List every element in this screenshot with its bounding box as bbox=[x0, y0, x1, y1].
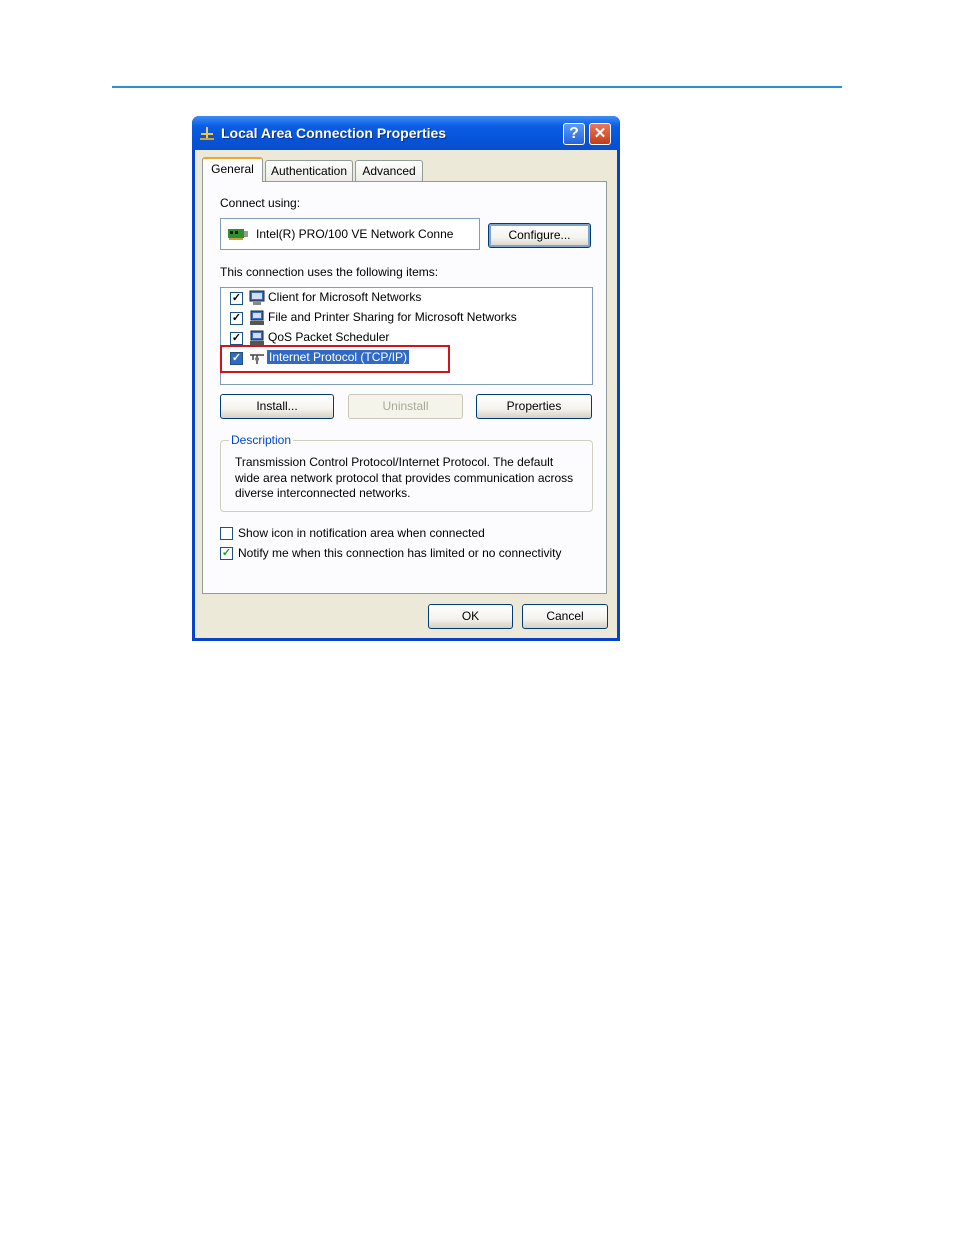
description-group: Description Transmission Control Protoco… bbox=[220, 433, 593, 512]
adapter-field: Intel(R) PRO/100 VE Network Conne bbox=[220, 218, 480, 250]
network-connection-icon bbox=[200, 127, 214, 140]
item-label-selected: Internet Protocol (TCP/IP) bbox=[267, 350, 410, 364]
title-bar[interactable]: Local Area Connection Properties ? ✕ bbox=[192, 116, 620, 150]
qos-scheduler-icon bbox=[250, 330, 264, 345]
adapter-name: Intel(R) PRO/100 VE Network Conne bbox=[256, 227, 454, 241]
notify-checkbox[interactable]: ✓ bbox=[220, 547, 233, 560]
list-item[interactable]: ✓ Client for Microsoft Networks bbox=[221, 289, 581, 307]
item-checkbox[interactable]: ✓ bbox=[230, 292, 243, 305]
item-checkbox[interactable]: ✓ bbox=[230, 312, 243, 325]
general-tab-panel: Connect using: Intel(R) PRO/100 VE Netwo… bbox=[202, 181, 607, 594]
item-label: File and Printer Sharing for Microsoft N… bbox=[268, 310, 517, 324]
show-icon-option[interactable]: Show icon in notification area when conn… bbox=[220, 526, 590, 542]
ok-button[interactable]: OK bbox=[428, 604, 513, 629]
tab-authentication[interactable]: Authentication bbox=[265, 160, 353, 182]
item-label: QoS Packet Scheduler bbox=[268, 330, 390, 344]
properties-dialog: Local Area Connection Properties ? ✕ Gen… bbox=[192, 116, 620, 641]
item-label: Client for Microsoft Networks bbox=[268, 290, 422, 304]
items-label: This connection uses the following items… bbox=[220, 265, 439, 279]
tab-advanced[interactable]: Advanced bbox=[355, 160, 423, 182]
network-adapter-icon bbox=[228, 229, 248, 240]
item-checkbox[interactable]: ✓ bbox=[230, 352, 243, 365]
components-list[interactable]: ✓ Client for Microsoft Networks ✓ File a… bbox=[220, 287, 593, 385]
notify-label: Notify me when this connection has limit… bbox=[238, 546, 562, 560]
install-button[interactable]: Install... bbox=[220, 394, 334, 419]
show-icon-checkbox[interactable] bbox=[220, 527, 233, 540]
description-text: Transmission Control Protocol/Internet P… bbox=[235, 455, 574, 500]
file-printer-sharing-icon bbox=[250, 310, 264, 325]
tab-general[interactable]: General bbox=[202, 157, 263, 182]
window-title: Local Area Connection Properties bbox=[221, 125, 447, 141]
list-item[interactable]: ✓ File and Printer Sharing for Microsoft… bbox=[221, 309, 581, 327]
list-item[interactable]: ✓ Internet Protocol (TCP/IP) bbox=[221, 349, 581, 367]
close-button[interactable]: ✕ bbox=[589, 123, 611, 145]
configure-button[interactable]: Configure... bbox=[488, 223, 591, 248]
item-checkbox[interactable]: ✓ bbox=[230, 332, 243, 345]
list-item[interactable]: ✓ QoS Packet Scheduler bbox=[221, 329, 581, 347]
properties-button[interactable]: Properties bbox=[476, 394, 592, 419]
connect-using-label: Connect using: bbox=[220, 196, 301, 210]
show-icon-label: Show icon in notification area when conn… bbox=[238, 526, 485, 540]
dialog-client-area: General Authentication Advanced Connect … bbox=[195, 150, 617, 638]
page-header-rule bbox=[112, 86, 842, 88]
notify-option[interactable]: ✓ Notify me when this connection has lim… bbox=[220, 546, 590, 562]
help-button[interactable]: ? bbox=[563, 123, 585, 145]
protocol-icon bbox=[250, 354, 264, 364]
cancel-button[interactable]: Cancel bbox=[522, 604, 608, 629]
description-legend: Description bbox=[229, 433, 294, 447]
uninstall-button[interactable]: Uninstall bbox=[348, 394, 463, 419]
network-client-icon bbox=[249, 290, 265, 305]
